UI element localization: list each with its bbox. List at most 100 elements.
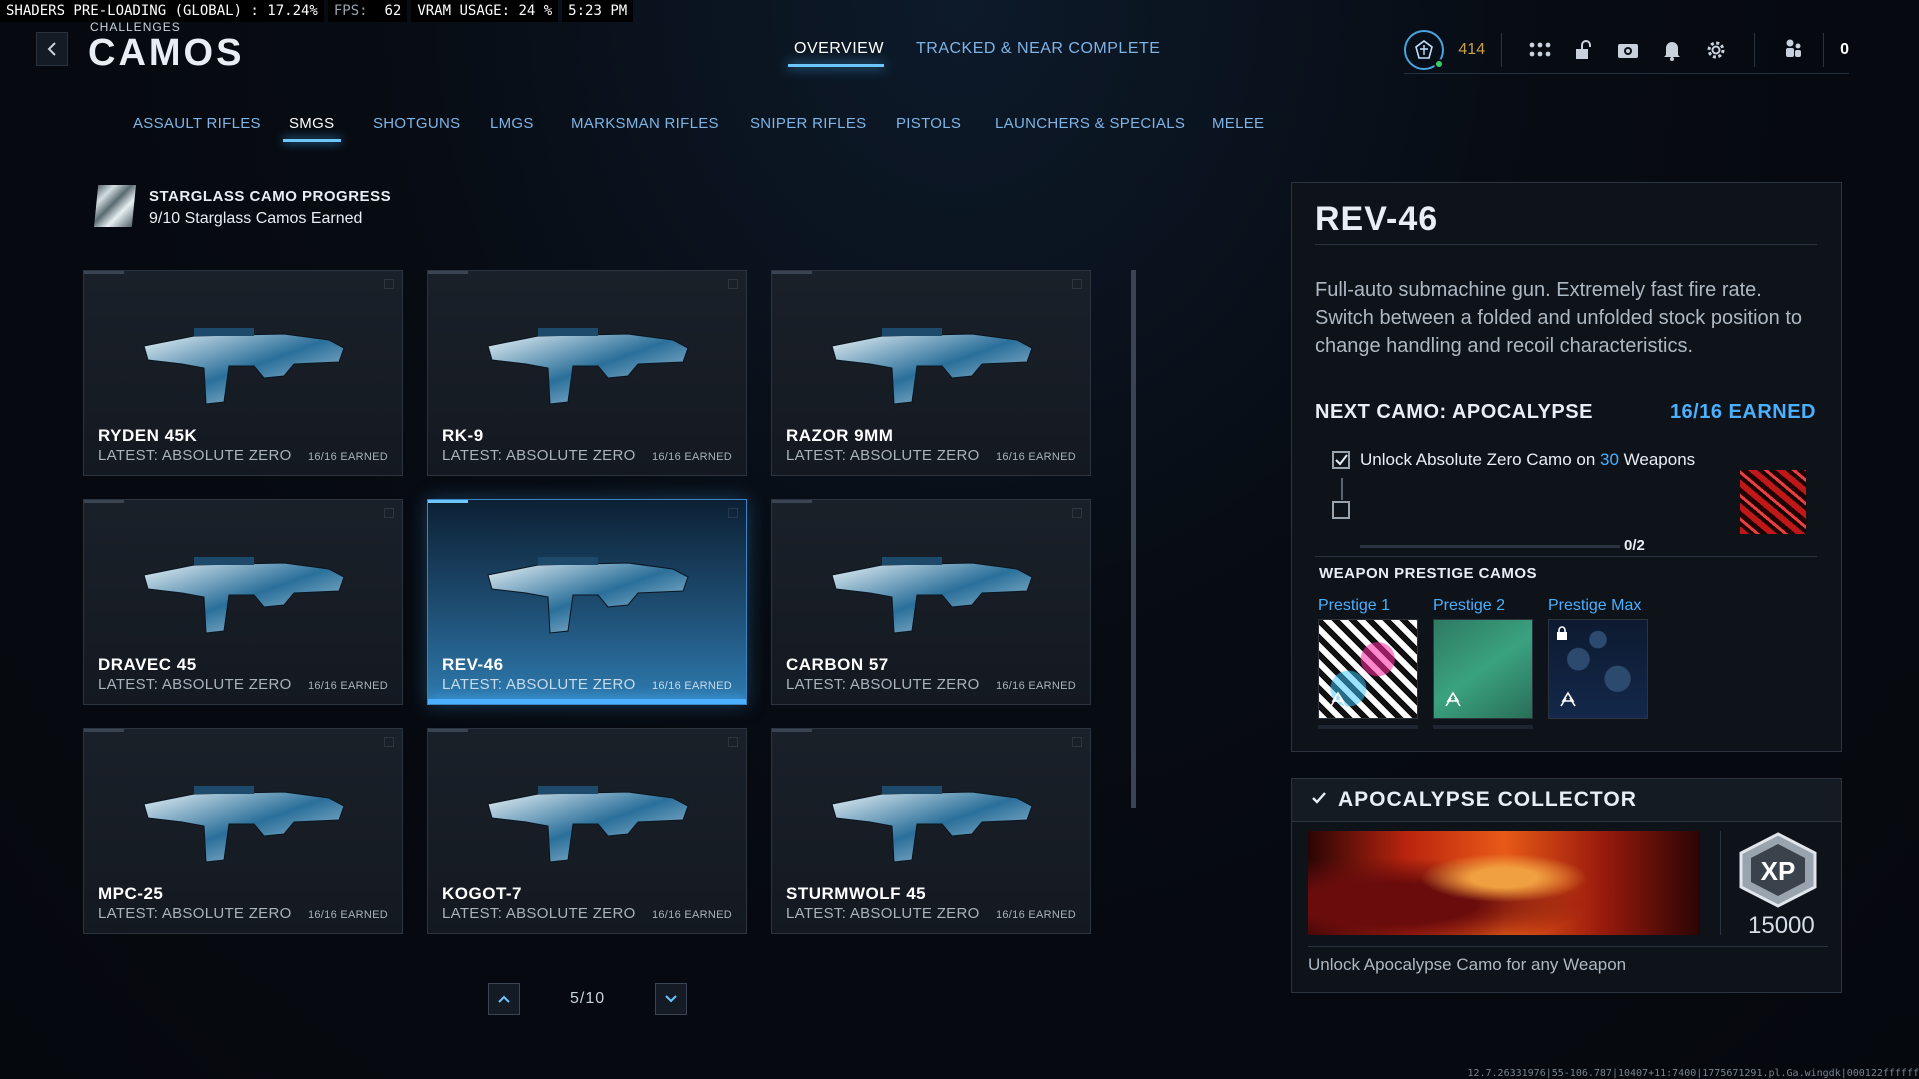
- weapon-description: Full-auto submachine gun. Extremely fast…: [1315, 279, 1802, 357]
- requirement-progress-bar: [1360, 545, 1620, 548]
- prestige-1-camo-tile[interactable]: [1318, 619, 1418, 719]
- collector-reward-image: [1308, 831, 1700, 935]
- tab-marksman-rifles[interactable]: MARKSMAN RIFLES: [571, 115, 719, 132]
- weapon-name: MPC-25: [98, 884, 164, 903]
- weapon-name: RK-9: [442, 426, 484, 445]
- tab-launchers-specials[interactable]: LAUNCHERS & SPECIALS: [995, 115, 1185, 132]
- weapon-card[interactable]: RK-9 LATEST: ABSOLUTE ZERO 16/16 EARNED: [427, 270, 747, 476]
- weapon-preview-image: [487, 328, 689, 405]
- weapon-name: RAZOR 9MM: [786, 426, 894, 445]
- requirement-checkbox-pending: [1332, 501, 1350, 519]
- prestige-2-camo-tile[interactable]: [1433, 619, 1533, 719]
- weapon-camos-earned: 16/16 EARNED: [995, 451, 1076, 463]
- weapon-camos-earned: 16/16 EARNED: [995, 909, 1076, 921]
- starglass-progress-title: STARGLASS CAMO PROGRESS: [149, 188, 392, 205]
- weapon-camos-earned: 16/16 EARNED: [307, 680, 388, 692]
- weapon-camos-earned: 16/16 EARNED: [307, 909, 388, 921]
- chevron-down-icon: [665, 995, 677, 1003]
- weapon-preview-image: [143, 786, 345, 863]
- tab-pistols[interactable]: PISTOLS: [896, 115, 961, 132]
- weapon-preview-image: [143, 328, 345, 405]
- requirement-text-end: Weapons: [1618, 450, 1696, 469]
- tab-shotguns[interactable]: SHOTGUNS: [373, 115, 460, 132]
- hud-toolbar: 414 0: [1404, 26, 1849, 74]
- divider: [1308, 946, 1828, 947]
- card-corner-icon: [728, 737, 738, 747]
- xp-reward-amount: 15000: [1748, 912, 1815, 939]
- requirement-text-start: Unlock Absolute Zero Camo on: [1360, 450, 1601, 469]
- divider: [1501, 33, 1503, 67]
- back-button[interactable]: [36, 32, 68, 66]
- divider: [1404, 73, 1849, 74]
- tab-melee[interactable]: MELEE: [1212, 115, 1264, 132]
- weapon-name: STURMWOLF 45: [786, 884, 927, 903]
- weapon-card[interactable]: DRAVEC 45 LATEST: ABSOLUTE ZERO 16/16 EARN…: [83, 499, 403, 705]
- tab-tracked-near-complete[interactable]: TRACKED & NEAR COMPLETE: [916, 40, 1160, 58]
- chevron-up-icon: [498, 995, 510, 1003]
- card-corner-icon: [1072, 279, 1082, 289]
- weapon-card[interactable]: KOGOT-7 LATEST: ABSOLUTE ZERO 16/16 EARNED: [427, 728, 747, 934]
- card-corner-icon: [1072, 737, 1082, 747]
- weapon-name: CARBON 57: [786, 655, 889, 674]
- page-up-button[interactable]: [488, 983, 520, 1015]
- svg-text:XP: XP: [1761, 856, 1796, 886]
- xp-badge-icon: XP: [1739, 832, 1817, 908]
- online-status-dot: [1434, 59, 1445, 69]
- weapon-preview-image: [487, 786, 689, 863]
- weapon-card[interactable]: CARBON 57 LATEST: ABSOLUTE ZERO 16/16 EARN…: [771, 499, 1091, 705]
- checkmark-icon: [1312, 792, 1326, 804]
- card-accent: [428, 271, 468, 274]
- prestige-2-label: Prestige 2: [1433, 597, 1506, 614]
- weapon-name: RYDEN 45K: [98, 426, 198, 445]
- divider: [1823, 33, 1825, 67]
- prestige-max-camo-tile[interactable]: [1548, 619, 1648, 719]
- weapon-latest-camo: LATEST: ABSOLUTE ZERO: [442, 676, 636, 693]
- starglass-camo-icon: [94, 185, 136, 227]
- weapon-card[interactable]: RAZOR 9MM LATEST: ABSOLUTE ZERO 16/16 EARN…: [771, 270, 1091, 476]
- weapon-latest-camo: LATEST: ABSOLUTE ZERO: [786, 676, 980, 693]
- prestige-2-progress: [1433, 725, 1533, 729]
- weapon-card[interactable]: REV-46 LATEST: ABSOLUTE ZERO 16/16 EARNED: [427, 499, 747, 705]
- weapon-name: KOGOT-7: [442, 884, 523, 903]
- tab-lmgs[interactable]: LMGS: [490, 115, 534, 132]
- weapon-name: REV-46: [442, 655, 504, 674]
- debug-overlay: SHADERS PRE-LOADING (GLOBAL) : 17.24% FP…: [0, 0, 637, 22]
- weapon-camos-earned: 16/16 EARNED: [651, 451, 732, 463]
- fps-readout: FPS: 62: [327, 0, 408, 22]
- rank-badge[interactable]: [1404, 30, 1445, 70]
- weapon-latest-camo: LATEST: ABSOLUTE ZERO: [786, 905, 980, 922]
- weapon-card[interactable]: RYDEN 45K LATEST: ABSOLUTE ZERO 16/16 EARN…: [83, 270, 403, 476]
- prestige-cycle-icon: [1560, 691, 1576, 707]
- prestige-1-progress: [1318, 725, 1418, 729]
- weapon-latest-camo: LATEST: ABSOLUTE ZERO: [98, 905, 292, 922]
- weapon-card[interactable]: MPC-25 LATEST: ABSOLUTE ZERO 16/16 EARNED: [83, 728, 403, 934]
- unlock-icon[interactable]: [1570, 36, 1598, 64]
- grid-menu-icon[interactable]: [1526, 36, 1554, 64]
- weapon-name: DRAVEC 45: [98, 655, 197, 674]
- page-indicator: 5/10: [570, 990, 606, 1007]
- vram-readout: VRAM USAGE: 24 %: [411, 0, 559, 22]
- weapon-preview-image: [831, 557, 1033, 634]
- card-accent: [428, 500, 468, 503]
- tab-sniper-rifles[interactable]: SNIPER RIFLES: [750, 115, 866, 132]
- notification-bell-icon[interactable]: [1658, 36, 1686, 64]
- card-corner-icon: [384, 279, 394, 289]
- weapon-card[interactable]: STURMWOLF 45 LATEST: ABSOLUTE ZERO 16/16 E…: [771, 728, 1091, 934]
- card-accent: [84, 271, 124, 274]
- category-active-indicator: [283, 139, 341, 142]
- weapon-latest-camo: LATEST: ABSOLUTE ZERO: [442, 447, 636, 464]
- divider: [1720, 831, 1721, 935]
- weapon-latest-camo: LATEST: ABSOLUTE ZERO: [786, 447, 980, 464]
- card-accent: [84, 500, 124, 503]
- settings-gear-icon[interactable]: [1702, 36, 1730, 64]
- camera-icon[interactable]: [1614, 36, 1642, 64]
- tab-assault-rifles[interactable]: ASSAULT RIFLES: [133, 115, 261, 132]
- page-down-button[interactable]: [655, 983, 687, 1015]
- weapon-latest-camo: LATEST: ABSOLUTE ZERO: [442, 905, 636, 922]
- weapon-preview-image: [487, 557, 689, 634]
- tab-overview[interactable]: OVERVIEW: [794, 40, 884, 58]
- divider: [1754, 33, 1756, 67]
- tab-smgs[interactable]: SMGS: [289, 115, 334, 132]
- party-members-icon[interactable]: [1779, 36, 1807, 64]
- grid-scrollbar-thumb[interactable]: [1131, 270, 1136, 808]
